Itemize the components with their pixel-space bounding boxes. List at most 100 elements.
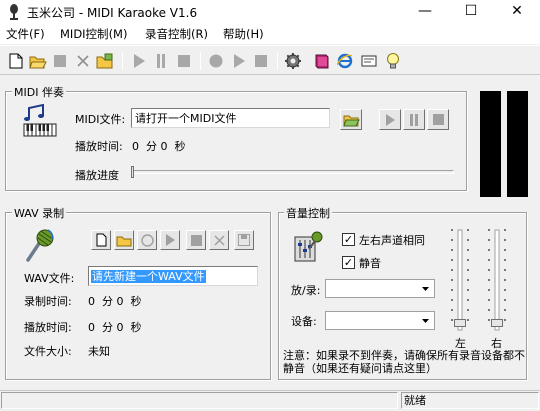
status-text: 就绪	[401, 392, 539, 409]
settings-gear-icon[interactable]	[284, 52, 302, 70]
stop-icon[interactable]	[51, 52, 69, 70]
window-title: 玉米公司 - MIDI Karaoke V1.6	[27, 6, 198, 20]
left-volume-slider[interactable]	[449, 228, 471, 332]
chevron-down-icon	[418, 313, 433, 328]
new-file-icon[interactable]	[7, 52, 25, 70]
play-icon[interactable]	[130, 52, 148, 70]
new-file-icon	[96, 233, 106, 247]
midi-file-field[interactable]: 请打开一个MIDI文件	[131, 108, 330, 128]
record-icon	[140, 233, 154, 247]
wav-rec-time-value: 0 分 0 秒	[88, 295, 142, 308]
stop-icon	[190, 234, 202, 246]
record-icon[interactable]	[207, 52, 225, 70]
play-icon	[386, 113, 395, 126]
minimize-button[interactable]: —	[402, 0, 448, 24]
wav-new-button[interactable]	[91, 230, 111, 250]
mixer-icon	[293, 229, 323, 263]
wav-file-label: WAV文件:	[24, 272, 75, 285]
chevron-down-icon	[418, 281, 433, 296]
midi-progress-track[interactable]	[131, 170, 454, 174]
mute-checkbox[interactable]: ✓	[342, 256, 355, 269]
midi-progress-thumb[interactable]	[131, 166, 134, 178]
lightbulb-icon[interactable]	[384, 52, 402, 70]
midi-play-button[interactable]	[379, 109, 401, 130]
menu-file[interactable]: 文件(F)	[6, 26, 45, 42]
right-level-meter	[507, 91, 528, 197]
wav-play-time-value: 0 分 0 秒	[88, 321, 142, 334]
wav-rec-time-label: 录制时间:	[24, 295, 72, 308]
play-icon	[166, 234, 175, 246]
left-volume-thumb[interactable]	[454, 319, 466, 327]
wav-stop-button[interactable]	[186, 230, 206, 250]
check-icon: ✓	[343, 256, 354, 269]
sync-channels-checkbox[interactable]: ✓	[342, 233, 355, 246]
menu-midi[interactable]: MIDI控制(M)	[60, 26, 127, 42]
wav-save-button[interactable]	[234, 230, 254, 250]
midi-progress-label: 播放进度	[75, 169, 119, 182]
card-icon[interactable]	[360, 52, 378, 70]
status-pane-empty	[1, 392, 398, 409]
wav-file-selected-text: 请先新建一个WAV文件	[91, 270, 206, 283]
open-folder-icon	[342, 115, 360, 127]
book-icon[interactable]	[313, 52, 331, 70]
stop-icon[interactable]	[175, 52, 193, 70]
maximize-button[interactable]: ☐	[448, 0, 494, 24]
title-bar: 玉米公司 - MIDI Karaoke V1.6 — ☐ ✕	[0, 0, 540, 24]
stop-icon	[432, 114, 444, 125]
maximize-icon: ☐	[464, 3, 478, 19]
microphone-app-icon	[7, 4, 21, 20]
midi-group-label: MIDI 伴奏	[12, 84, 66, 100]
device-label: 设备:	[291, 315, 317, 328]
minimize-icon: —	[418, 3, 432, 19]
toolbar-separator	[200, 52, 201, 70]
play-icon[interactable]	[230, 52, 248, 70]
save-icon	[238, 234, 250, 246]
midi-file-label: MIDI文件:	[75, 113, 126, 126]
pause-icon[interactable]	[152, 52, 170, 70]
left-level-meter	[480, 91, 501, 197]
internet-explorer-icon[interactable]	[336, 52, 354, 70]
delete-icon[interactable]	[74, 52, 92, 70]
delete-icon	[213, 234, 225, 246]
keyboard-icon	[23, 103, 57, 138]
volume-group-label: 音量控制	[284, 205, 332, 221]
wav-group-label: WAV 录制	[12, 205, 67, 221]
wav-play-button[interactable]	[160, 230, 180, 250]
menu-bar: 文件(F) MIDI控制(M) 录音控制(R) 帮助(H)	[0, 24, 540, 44]
wav-open-button[interactable]	[114, 230, 134, 250]
play-rec-value	[326, 280, 329, 293]
toolbar-separator	[277, 52, 278, 70]
wav-size-value: 未知	[88, 345, 110, 358]
close-button[interactable]: ✕	[494, 0, 540, 24]
open-midi-button[interactable]	[340, 109, 362, 130]
right-volume-slider[interactable]	[486, 228, 508, 332]
import-icon[interactable]	[96, 52, 114, 70]
close-icon: ✕	[511, 3, 523, 19]
midi-play-time-value: 0 分 0 秒	[132, 140, 186, 153]
play-rec-label: 放/录:	[291, 284, 321, 297]
check-icon: ✓	[343, 233, 354, 246]
open-folder-icon	[116, 236, 132, 246]
device-select[interactable]	[325, 311, 435, 330]
right-volume-thumb[interactable]	[491, 319, 503, 327]
sync-channels-label: 左右声道相同	[359, 234, 425, 247]
midi-play-time-label: 播放时间:	[75, 140, 123, 153]
wav-size-label: 文件大小:	[24, 345, 72, 358]
device-value	[326, 312, 329, 325]
mute-label: 静音	[359, 257, 381, 270]
open-folder-icon[interactable]	[29, 52, 47, 70]
wav-play-time-label: 播放时间:	[24, 321, 72, 334]
wav-record-button[interactable]	[137, 230, 157, 250]
midi-pause-button[interactable]	[403, 109, 425, 130]
pause-icon	[410, 113, 418, 126]
wav-delete-button[interactable]	[209, 230, 229, 250]
stop-icon[interactable]	[252, 52, 270, 70]
wav-file-field[interactable]: 请先新建一个WAV文件	[88, 266, 258, 286]
menu-record[interactable]: 录音控制(R)	[145, 26, 208, 42]
microphone-icon	[24, 228, 56, 262]
recording-note-link[interactable]: 注意：如果录不到伴奏，请确保所有录音设备都不静音（如果还有疑问请点这里）	[283, 349, 526, 375]
play-rec-select[interactable]	[325, 279, 435, 298]
midi-stop-button[interactable]	[427, 109, 449, 130]
menu-help[interactable]: 帮助(H)	[223, 26, 264, 42]
toolbar-separator	[122, 52, 123, 70]
